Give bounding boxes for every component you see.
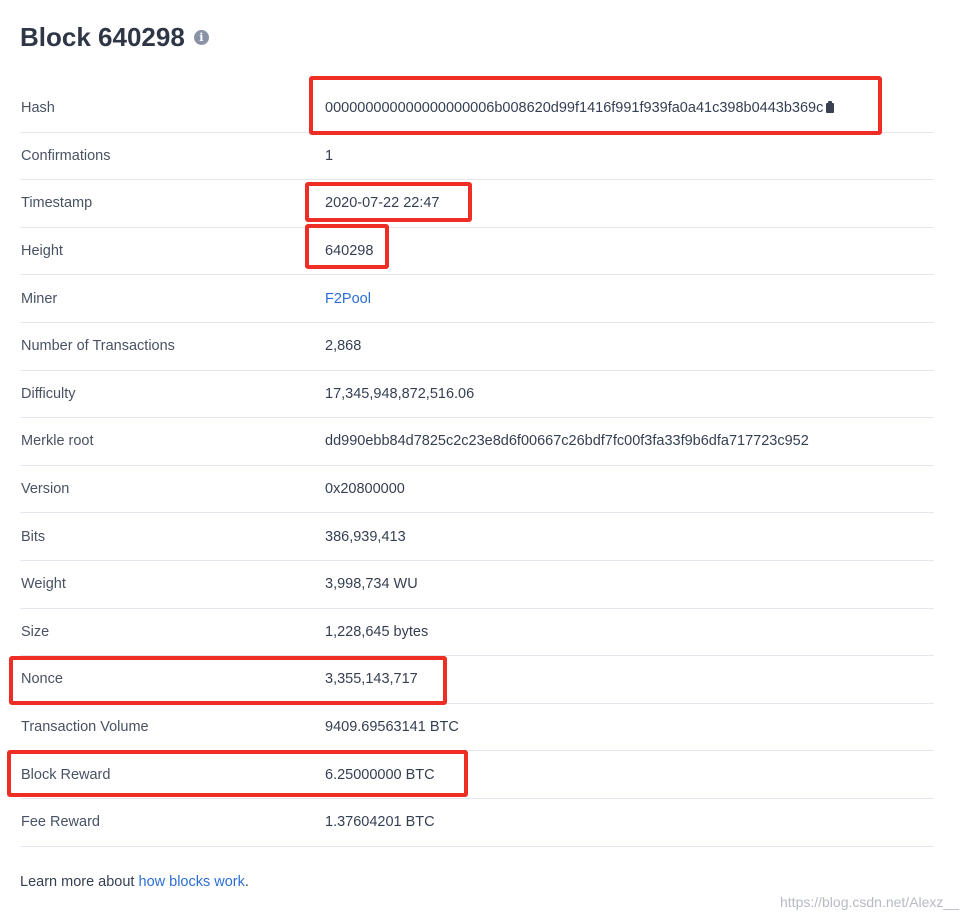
learn-more-note: Learn more about how blocks work. [20,874,249,890]
how-blocks-work-link[interactable]: how blocks work [139,874,245,890]
miner-label: Miner [21,290,58,307]
detail-row-hash: Hash 000000000000000000006b008620d99f141… [20,85,934,133]
detail-row-miner: Miner F2Pool [20,275,934,323]
info-icon[interactable]: i [193,29,209,45]
version-value: 0x20800000 [325,481,405,498]
hash-label: Hash [21,100,55,117]
nonce-label: Nonce [21,671,63,688]
detail-row-size: Size 1,228,645 bytes [20,609,934,657]
bits-value: 386,939,413 [325,528,406,545]
detail-row-version: Version 0x20800000 [20,466,934,514]
detail-row-weight: Weight 3,998,734 WU [20,561,934,609]
version-label: Version [21,481,70,498]
detail-row-merkle-root: Merkle root dd990ebb84d7825c2c23e8d6f006… [20,418,934,466]
nonce-value: 3,355,143,717 [325,671,418,688]
difficulty-value: 17,345,948,872,516.06 [325,385,475,402]
detail-row-tx-count: Number of Transactions 2,868 [20,323,934,371]
detail-row-block-reward: Block Reward 6.25000000 BTC [20,751,934,799]
height-value: 640298 [325,243,374,260]
tx-volume-value: 9409.69563141 BTC [325,719,459,736]
confirmations-label: Confirmations [21,147,111,164]
tx-count-label: Number of Transactions [21,338,175,355]
size-label: Size [21,623,50,640]
learn-more-suffix: . [244,874,249,890]
difficulty-label: Difficulty [21,385,76,402]
tx-count-value: 2,868 [325,338,362,355]
timestamp-label: Timestamp [21,195,93,212]
fee-reward-label: Fee Reward [21,814,100,831]
watermark: https://blog.csdn.net/Alexz__ [780,894,959,910]
height-label: Height [21,243,63,260]
size-value: 1,228,645 bytes [325,623,429,640]
detail-row-fee-reward: Fee Reward 1.37604201 BTC [20,799,934,847]
weight-label: Weight [21,576,66,593]
block-reward-value: 6.25000000 BTC [325,766,435,783]
detail-row-height: Height 640298 [20,228,934,276]
weight-value: 3,998,734 WU [325,576,418,593]
page-title: Block 640298 [20,22,185,52]
merkle-root-value: dd990ebb84d7825c2c23e8d6f00667c26bdf7fc0… [325,433,809,450]
tx-volume-label: Transaction Volume [21,719,149,736]
block-details-table: Hash 000000000000000000006b008620d99f141… [20,85,934,847]
miner-link[interactable]: F2Pool [325,291,371,307]
timestamp-value: 2020-07-22 22:47 [325,195,440,212]
detail-row-tx-volume: Transaction Volume 9409.69563141 BTC [20,704,934,752]
fee-reward-value: 1.37604201 BTC [325,814,435,831]
clipboard-icon[interactable] [826,101,835,114]
detail-row-confirmations: Confirmations 1 [20,133,934,181]
hash-value: 000000000000000000006b008620d99f1416f991… [325,100,835,117]
block-reward-label: Block Reward [21,766,111,783]
merkle-root-label: Merkle root [21,433,94,450]
detail-row-timestamp: Timestamp 2020-07-22 22:47 [20,180,934,228]
detail-row-difficulty: Difficulty 17,345,948,872,516.06 [20,371,934,419]
confirmations-value: 1 [325,147,334,164]
learn-more-prefix: Learn more about [20,874,139,890]
detail-row-nonce: Nonce 3,355,143,717 [20,656,934,704]
hash-text: 000000000000000000006b008620d99f1416f991… [325,100,824,117]
detail-row-bits: Bits 386,939,413 [20,513,934,561]
miner-value: F2Pool [325,291,371,307]
bits-label: Bits [21,528,46,545]
page-header: Block 640298 i [20,20,209,54]
